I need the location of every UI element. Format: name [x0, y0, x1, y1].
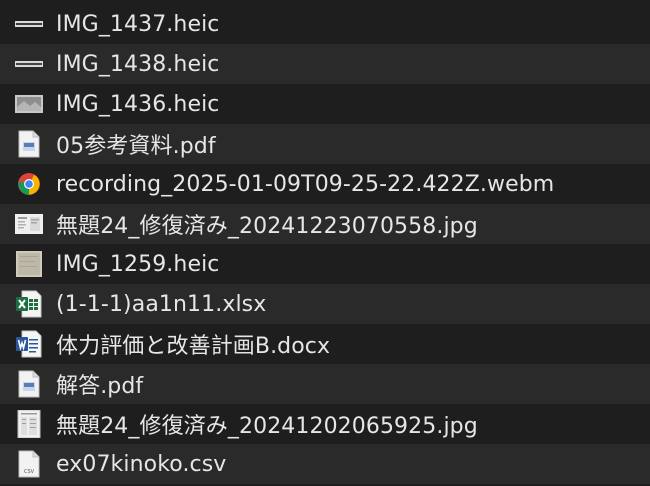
file-name: IMG_1437.heic	[56, 11, 220, 37]
file-name: recording_2025-01-09T09-25-22.422Z.webm	[56, 171, 555, 197]
file-row-recording-webm[interactable]: recording_2025-01-09T09-25-22.422Z.webm	[0, 164, 650, 204]
file-name: IMG_1259.heic	[56, 251, 220, 277]
pdf-document-icon	[14, 369, 44, 399]
jpg-document-thumbnail-icon	[14, 409, 44, 439]
file-row-aa1n11-xlsx[interactable]: (1-1-1)aa1n11.xlsx	[0, 284, 650, 324]
file-row-fitness-plan-docx[interactable]: 体力評価と改善計画B.docx	[0, 324, 650, 364]
pdf-document-icon	[14, 129, 44, 159]
file-name: 解答.pdf	[56, 374, 144, 399]
file-name: 無題24_修復済み_20241202065925.jpg	[56, 414, 478, 439]
file-row-untitled-24-jpg[interactable]: 無題24_修復済み_20241223070558.jpg	[0, 204, 650, 244]
file-row-answer-pdf[interactable]: 解答.pdf	[0, 364, 650, 404]
file-name: ex07kinoko.csv	[56, 451, 227, 477]
csv-document-icon: CSV	[14, 449, 44, 479]
file-name: IMG_1438.heic	[56, 51, 220, 77]
file-name: (1-1-1)aa1n11.xlsx	[56, 291, 267, 317]
jpg-thumbnail-icon	[14, 209, 44, 239]
file-row-untitled-24-jpg-2[interactable]: 無題24_修復済み_20241202065925.jpg	[0, 404, 650, 444]
csv-badge: CSV	[24, 469, 35, 475]
file-row-img-1259[interactable]: IMG_1259.heic	[0, 244, 650, 284]
excel-document-icon	[14, 289, 44, 319]
heic-strip-thumbnail-icon	[14, 9, 44, 39]
file-name: 無題24_修復済み_20241223070558.jpg	[56, 214, 478, 239]
file-row-05-reference-pdf[interactable]: 05参考資料.pdf	[0, 124, 650, 164]
heic-strip-thumbnail-icon	[14, 49, 44, 79]
file-row-img-1438[interactable]: IMG_1438.heic	[0, 44, 650, 84]
file-name: 05参考資料.pdf	[56, 134, 216, 159]
word-document-icon	[14, 329, 44, 359]
heic-paper-thumbnail-icon	[14, 249, 44, 279]
file-name: 体力評価と改善計画B.docx	[56, 334, 331, 359]
file-row-img-1436[interactable]: IMG_1436.heic	[0, 84, 650, 124]
file-row-img-1437[interactable]: IMG_1437.heic	[0, 4, 650, 44]
file-list: IMG_1437.heic IMG_1438.heic IMG_1436.hei…	[0, 0, 650, 486]
file-name: IMG_1436.heic	[56, 91, 220, 117]
heic-photo-thumbnail-icon	[14, 89, 44, 119]
chrome-icon	[14, 169, 44, 199]
file-row-ex07kinoko-csv[interactable]: CSV ex07kinoko.csv	[0, 444, 650, 484]
